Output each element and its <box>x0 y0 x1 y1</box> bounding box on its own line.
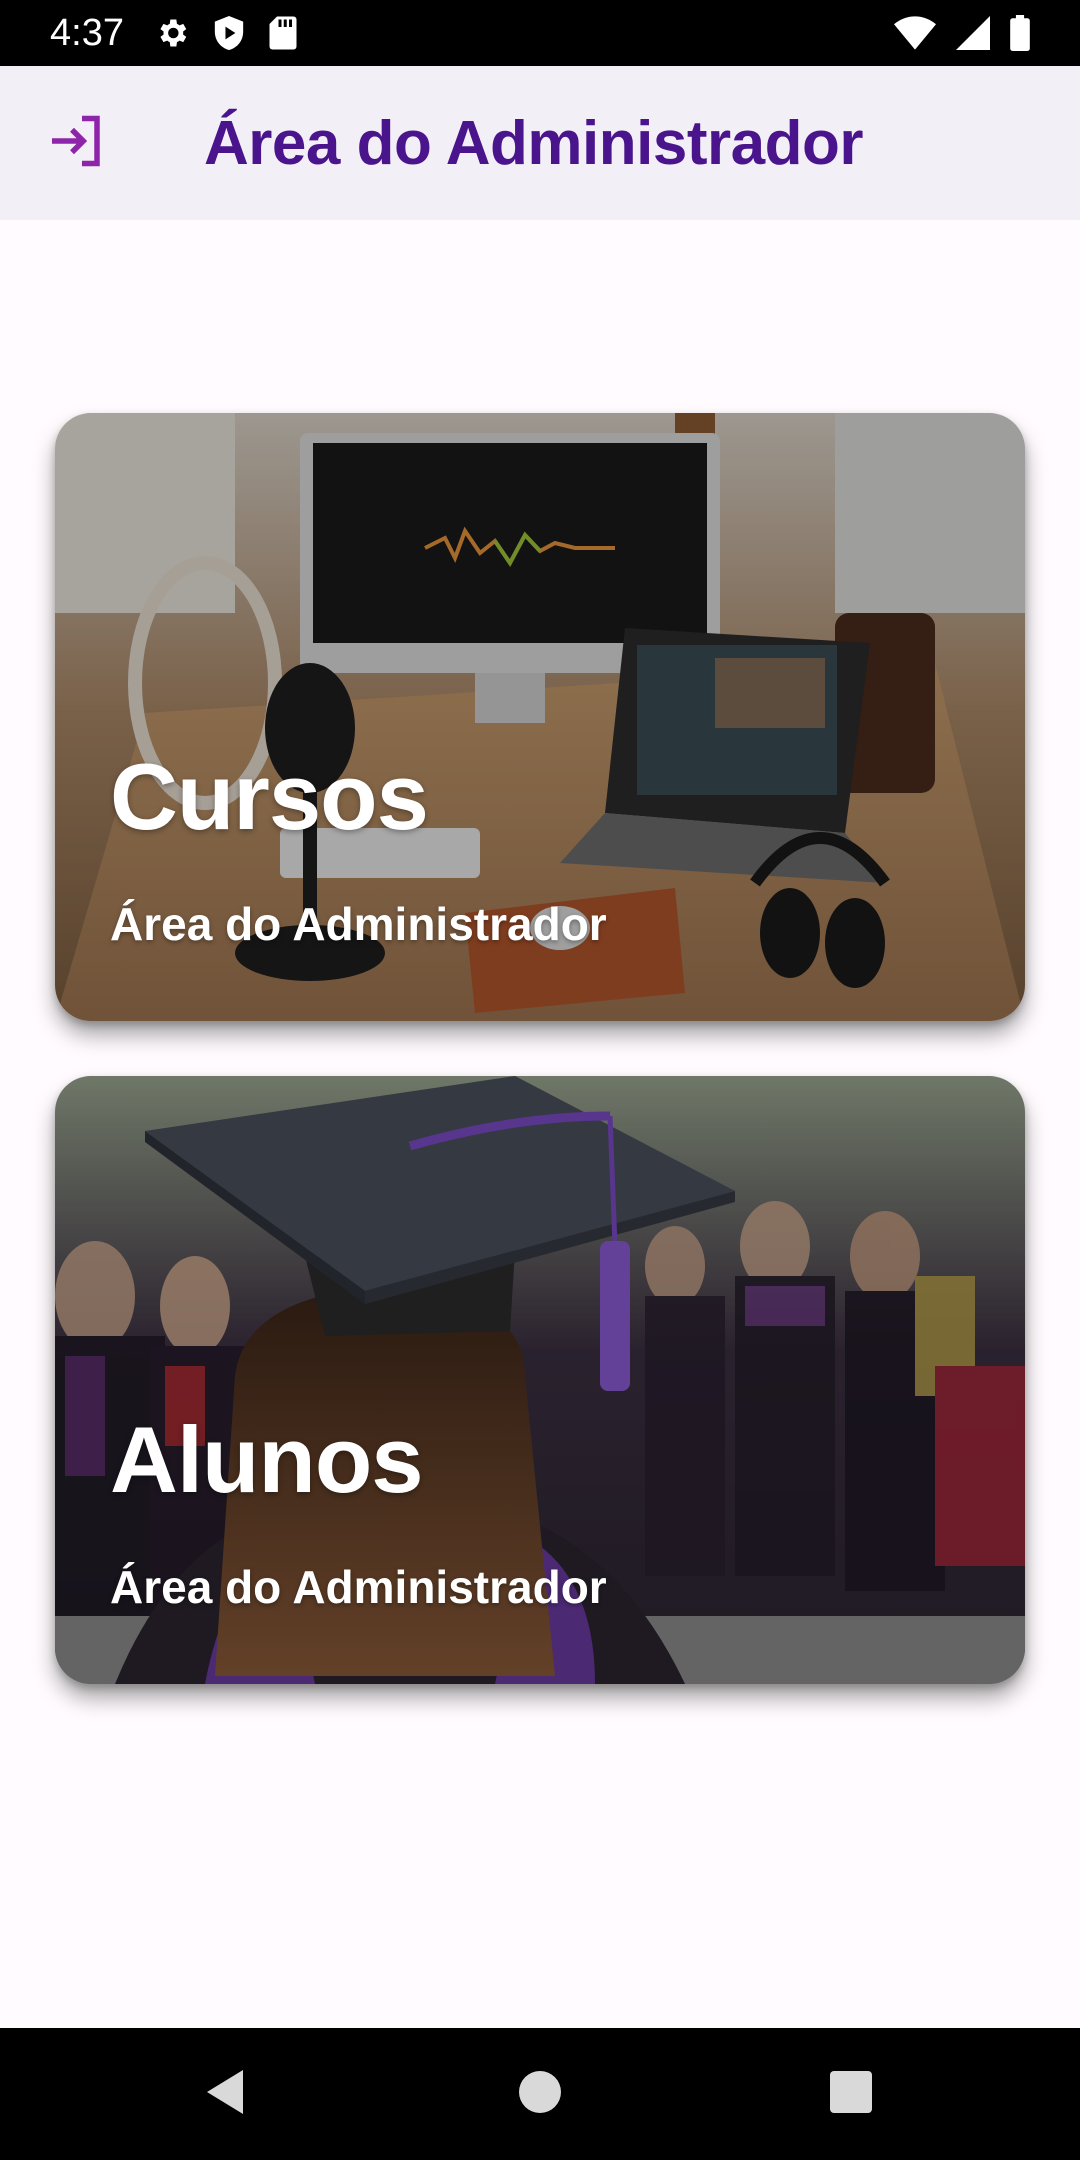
wifi-icon <box>894 16 936 50</box>
alunos-card-title: Alunos <box>110 1407 424 1512</box>
back-button[interactable] <box>145 2028 305 2160</box>
login-button[interactable] <box>0 66 154 220</box>
login-icon <box>47 111 107 176</box>
shield-play-icon <box>212 14 246 52</box>
status-bar: 4:37 <box>0 0 1080 66</box>
signal-icon <box>956 16 990 50</box>
cursos-card-subtitle: Área do Administrador <box>110 898 607 950</box>
cursos-card-title: Cursos <box>110 744 429 849</box>
system-navigation-bar <box>0 2028 1080 2160</box>
alunos-card-subtitle: Área do Administrador <box>110 1561 607 1613</box>
top-app-bar: Área do Administrador <box>0 66 1080 220</box>
status-time: 4:37 <box>50 11 124 54</box>
back-icon <box>203 2068 247 2121</box>
cursos-card[interactable]: Cursos Área do Administrador <box>55 413 1025 1021</box>
status-system-icons <box>894 15 1030 51</box>
status-notification-icons <box>154 14 298 52</box>
recents-button[interactable] <box>771 2028 931 2160</box>
battery-icon <box>1010 15 1030 51</box>
gear-icon <box>154 15 190 51</box>
sd-card-icon <box>268 15 298 51</box>
recents-icon <box>830 2070 872 2118</box>
alunos-card[interactable]: Alunos Área do Administrador <box>55 1076 1025 1684</box>
home-button[interactable] <box>460 2028 620 2160</box>
page-title: Área do Administrador <box>204 108 863 178</box>
home-icon <box>518 2070 562 2119</box>
